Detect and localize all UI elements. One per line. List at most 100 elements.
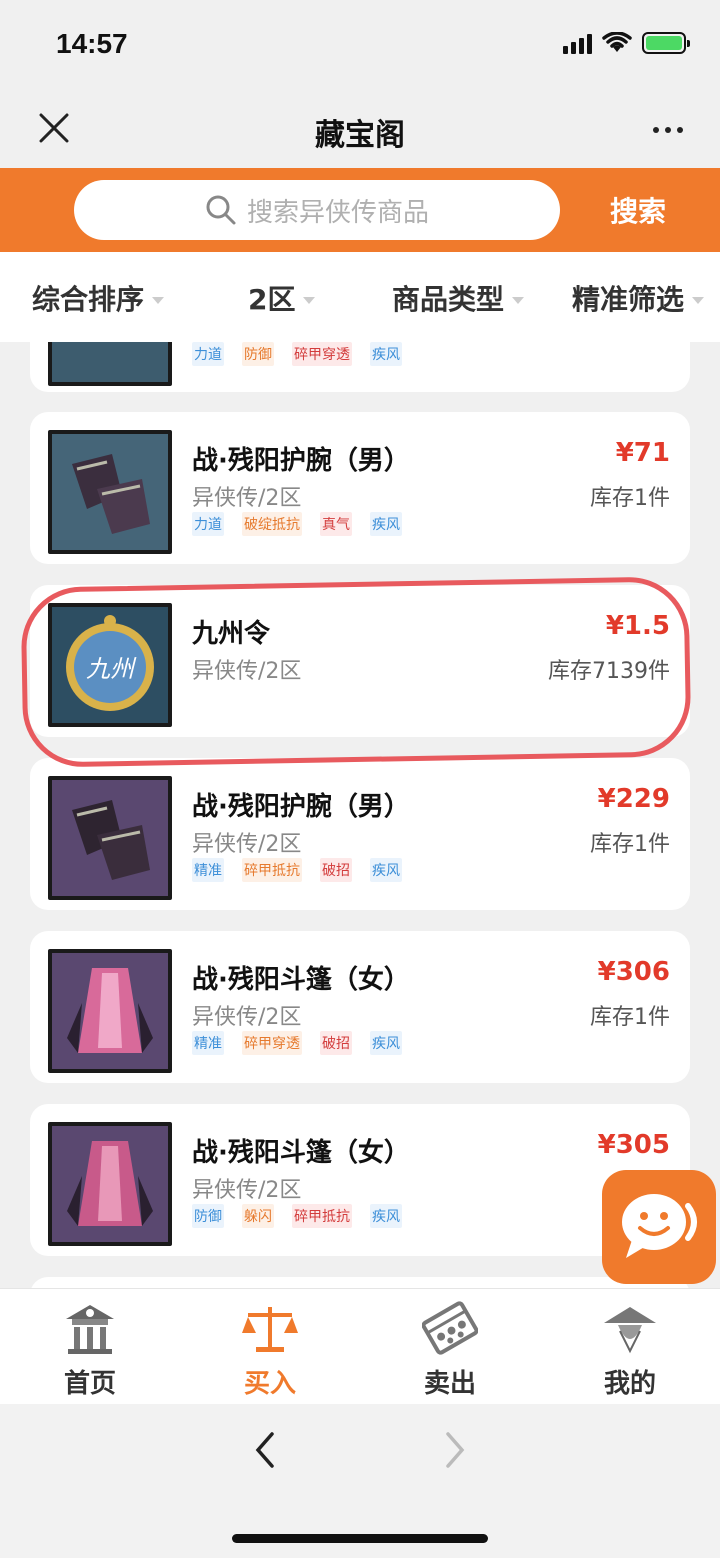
filter-precise[interactable]: 精准筛选 [572,278,705,318]
product-tags: 精准 碎甲穿透 破招 疾风 [192,1031,402,1055]
title-bar: 藏宝阁 [0,92,720,168]
customer-service-button[interactable] [602,1170,716,1284]
filter-precise-label: 精准筛选 [572,283,685,316]
filter-sort[interactable]: 综合排序 [32,278,165,318]
product-name: 战·残阳护腕（男） [192,446,410,476]
product-name: 战·残阳斗篷（女） [192,965,410,995]
product-server: 异侠传/2区 [192,832,302,857]
search-button[interactable]: 搜索 [610,190,666,230]
tag: 力道 [192,512,224,536]
product-list: 力道 防御 碎甲穿透 疾风 战·残阳护腕（男） 异侠传/2区 力道 破绽抵抗 真… [0,342,720,1288]
highlight-annotation [20,576,692,768]
product-server: 异侠传/2区 [192,486,302,511]
page-title: 藏宝阁 [315,118,405,153]
tag: 疾风 [370,342,402,366]
search-bar: 搜索异侠传商品 搜索 [0,168,720,252]
tag: 碎甲抵抗 [292,1204,352,1228]
product-name: 战·残阳斗篷（女） [192,1138,410,1168]
product-stock: 库存1件 [590,1005,670,1030]
abacus-icon [421,1301,479,1355]
search-icon [206,195,236,225]
home-indicator[interactable] [232,1534,488,1543]
pavilion-icon [66,1305,114,1354]
tag: 防御 [242,342,274,366]
chevron-down-icon [152,296,165,304]
filter-sort-label: 综合排序 [32,283,145,316]
tag: 破招 [320,1031,352,1055]
battery-icon [642,32,690,54]
tag: 破招 [320,858,352,882]
tab-home-label: 首页 [63,1369,116,1399]
chevron-down-icon [512,296,525,304]
product-card-partial[interactable] [30,1277,690,1288]
chevron-down-icon [303,296,316,304]
tab-mine-label: 我的 [603,1369,656,1399]
straw-hat-icon [604,1307,656,1354]
tag: 疾风 [370,1204,402,1228]
gauntlet-thumbnail [48,430,172,554]
tag: 碎甲穿透 [242,1031,302,1055]
tag: 精准 [192,1031,224,1055]
product-tags: 精准 碎甲抵抗 破招 疾风 [192,858,402,882]
product-tags: 防御 躲闪 碎甲抵抗 疾风 [192,1204,402,1228]
tag: 疾风 [370,1031,402,1055]
product-card[interactable]: 战·残阳斗篷（女） 异侠传/2区 精准 碎甲穿透 破招 疾风 ¥306 库存1件 [30,931,690,1083]
product-name: 战·残阳护腕（男） [192,792,410,822]
tab-sell-label: 卖出 [423,1369,476,1399]
status-time: 14:57 [56,28,128,59]
tag: 疾风 [370,858,402,882]
tag: 精准 [192,858,224,882]
product-thumbnail [48,342,172,386]
tag: 力道 [192,342,224,366]
tag: 破绽抵抗 [242,512,302,536]
forward-button[interactable] [438,1430,470,1474]
tag: 碎甲穿透 [292,342,352,366]
product-stock: 库存1件 [590,486,670,511]
chevron-down-icon [692,296,705,304]
more-dot [677,127,683,133]
product-card[interactable]: 战·残阳护腕（男） 异侠传/2区 精准 碎甲抵抗 破招 疾风 ¥229 库存1件 [30,758,690,910]
tab-sell[interactable]: 卖出 [400,1301,500,1400]
product-price: ¥71 [615,438,670,468]
status-icons [563,32,690,54]
product-price: ¥306 [597,957,670,987]
more-button[interactable] [644,112,692,148]
more-dot [653,127,659,133]
tab-mine[interactable]: 我的 [580,1301,680,1400]
product-tags: 力道 破绽抵抗 真气 疾风 [192,512,402,536]
tab-buy-label: 买入 [243,1369,296,1399]
bottom-tab-bar: 首页 买入 卖出 我的 [0,1288,720,1404]
more-dot [665,127,671,133]
filter-type-label: 商品类型 [392,283,505,316]
browser-nav-bar [0,1404,720,1558]
search-input[interactable]: 搜索异侠传商品 [74,180,560,240]
product-price: ¥305 [597,1130,670,1160]
tag: 防御 [192,1204,224,1228]
tag: 碎甲抵抗 [242,858,302,882]
product-tags: 力道 防御 碎甲穿透 疾风 [192,342,402,366]
product-stock: 库存1件 [590,832,670,857]
filter-bar: 综合排序 2区 商品类型 精准筛选 [0,252,720,342]
product-server: 异侠传/2区 [192,1005,302,1030]
chat-face-icon [622,1194,697,1258]
product-server: 异侠传/2区 [192,1178,302,1203]
filter-server[interactable]: 2区 [248,278,316,318]
tag: 躲闪 [242,1204,274,1228]
signal-icon [563,32,592,54]
product-price: ¥229 [597,784,670,814]
filter-type[interactable]: 商品类型 [392,278,525,318]
back-button[interactable] [250,1430,282,1474]
scale-icon [242,1307,298,1352]
product-card-partial[interactable]: 力道 防御 碎甲穿透 疾风 [30,342,690,392]
tag: 真气 [320,512,352,536]
tab-buy[interactable]: 买入 [220,1301,320,1400]
wifi-icon [602,32,632,52]
tag: 疾风 [370,512,402,536]
product-card[interactable]: 战·残阳斗篷（女） 异侠传/2区 防御 躲闪 碎甲抵抗 疾风 ¥305 库 [30,1104,690,1256]
status-bar: 14:57 [0,0,720,92]
gauntlet-thumbnail [48,776,172,900]
chevron-left-icon [255,1432,274,1468]
tab-home[interactable]: 首页 [40,1301,140,1400]
product-card[interactable]: 战·残阳护腕（男） 异侠传/2区 力道 破绽抵抗 真气 疾风 ¥71 库存1件 [30,412,690,564]
filter-server-label: 2区 [248,283,296,316]
